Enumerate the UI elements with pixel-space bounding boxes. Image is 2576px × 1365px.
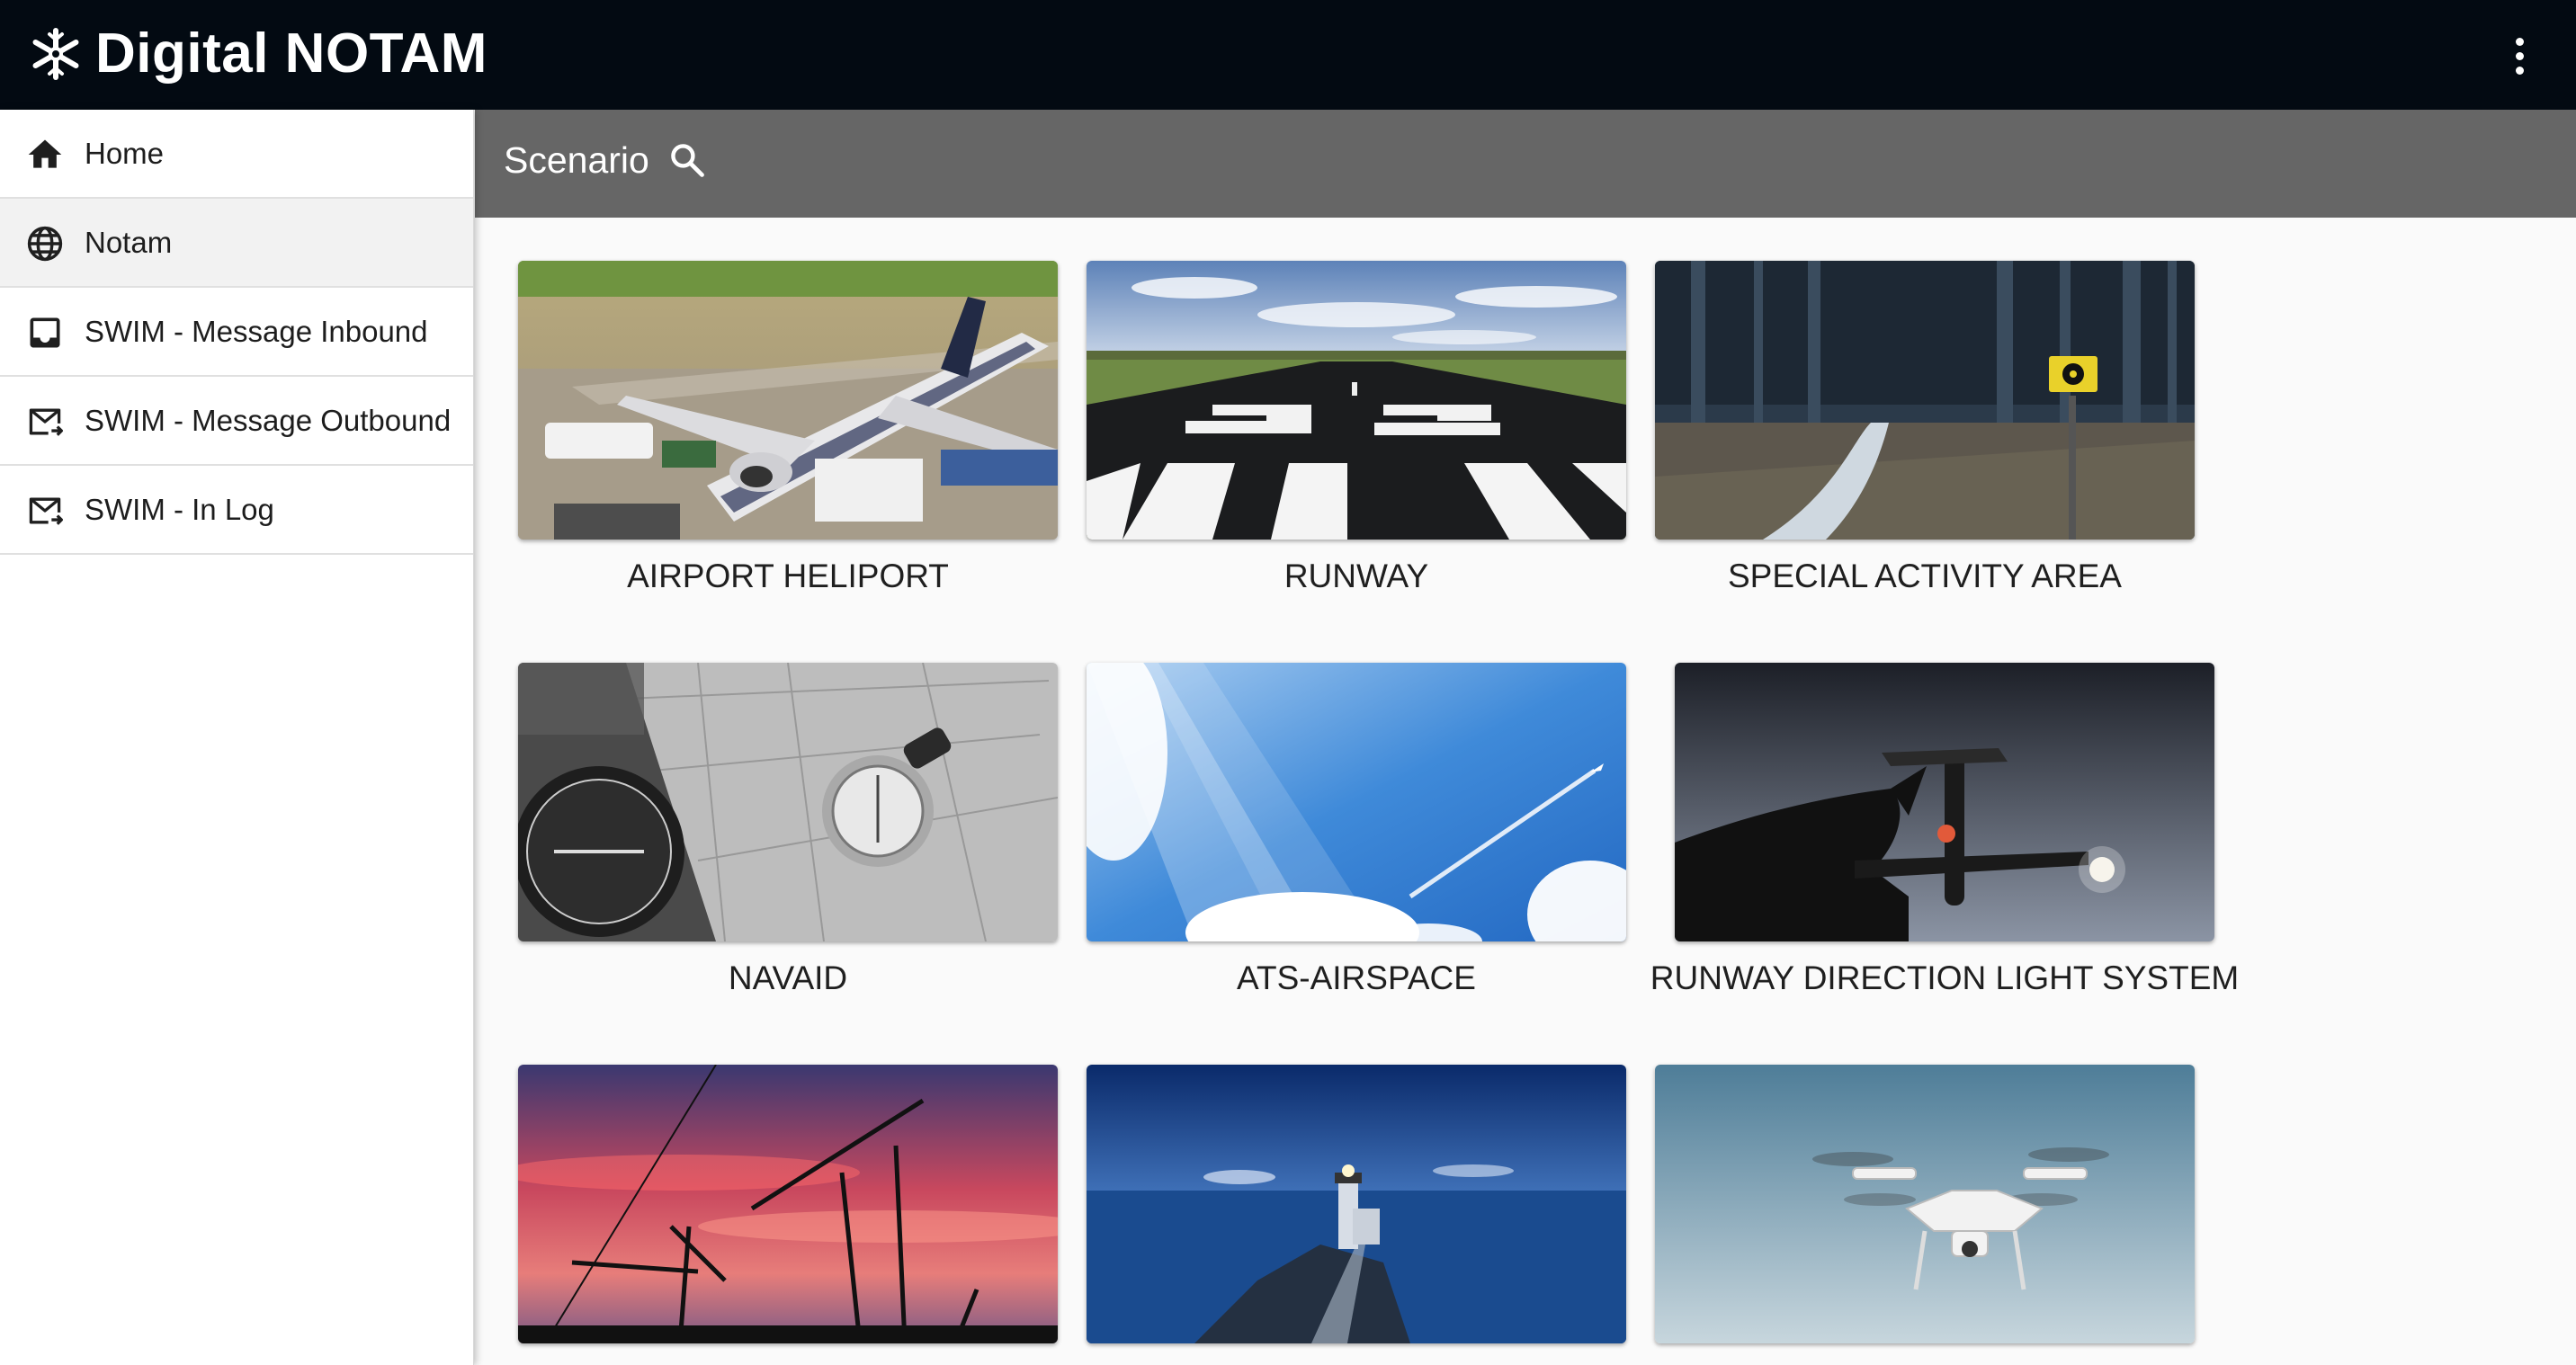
app-title: Digital NOTAM: [95, 22, 487, 85]
scenario-card-drone[interactable]: [1655, 1065, 2195, 1343]
scenario-card-airport-heliport[interactable]: AIRPORT HELIPORT: [518, 261, 1058, 594]
card-label: NAVAID: [728, 959, 848, 996]
scenario-card-runway[interactable]: RUNWAY: [1087, 261, 1626, 594]
airplane-at-gate-photo: [518, 261, 1058, 540]
sidebar-item-home[interactable]: Home: [0, 110, 473, 199]
drone-in-sky-photo: [1655, 1065, 2195, 1343]
compass-on-map-photo: [518, 663, 1058, 941]
hand-airplane-silhouette-photo: [1675, 663, 2214, 941]
sidebar-item-swim-in-log[interactable]: SWIM - In Log: [0, 466, 473, 555]
search-icon[interactable]: [667, 140, 707, 180]
lighthouse-blue-sea-photo: [1087, 1065, 1626, 1343]
card-label: ATS-AIRSPACE: [1237, 959, 1476, 996]
sidebar-item-label: SWIM - In Log: [85, 493, 274, 526]
globe-icon: [27, 226, 63, 262]
card-label: AIRPORT HELIPORT: [627, 558, 949, 594]
scenario-card-construction[interactable]: [518, 1065, 1058, 1343]
sidebar: Home Notam SWIM - Message Inbound SWIM -…: [0, 110, 474, 1365]
mail-log-icon: [29, 497, 63, 525]
app-header: Digital NOTAM: [0, 0, 2576, 110]
sidebar-item-swim-outbound[interactable]: SWIM - Message Outbound: [0, 377, 473, 466]
home-icon: [28, 139, 62, 168]
sidebar-item-notam[interactable]: Notam: [0, 199, 473, 288]
scenario-card-special-activity-area[interactable]: SPECIAL ACTIVITY AREA: [1655, 261, 2195, 594]
inbox-icon: [30, 317, 60, 348]
card-label: SPECIAL ACTIVITY AREA: [1727, 558, 2122, 594]
blue-sky-contrail-photo: [1087, 663, 1626, 941]
construction-cranes-sunset-photo: [518, 1065, 1058, 1343]
page-title: Scenario: [504, 139, 649, 181]
card-label: RUNWAY DIRECTION LIGHT SYSTEM: [1650, 959, 2240, 996]
card-label: RUNWAY: [1284, 558, 1429, 594]
sidebar-item-label: Home: [85, 137, 165, 170]
scenario-card-lighthouse[interactable]: [1087, 1065, 1626, 1343]
sidebar-item-label: SWIM - Message Outbound: [85, 404, 452, 437]
mail-outbound-icon: [29, 408, 63, 436]
runway-markings-photo: [1087, 261, 1626, 540]
scenario-card-navaid[interactable]: NAVAID: [518, 663, 1058, 996]
forest-road-radiation-sign-photo: [1655, 261, 2195, 540]
scenario-toolbar: Scenario: [475, 110, 2576, 218]
sidebar-item-label: Notam: [85, 226, 173, 259]
scenario-card-runway-direction-light-system[interactable]: RUNWAY DIRECTION LIGHT SYSTEM: [1650, 663, 2239, 996]
sidebar-item-label: SWIM - Message Inbound: [85, 315, 428, 348]
more-vertical-icon[interactable]: [2506, 32, 2533, 79]
snowflake-logo-icon: [32, 28, 79, 80]
scenario-card-ats-airspace[interactable]: ATS-AIRSPACE: [1087, 663, 1626, 996]
sidebar-item-swim-inbound[interactable]: SWIM - Message Inbound: [0, 288, 473, 377]
